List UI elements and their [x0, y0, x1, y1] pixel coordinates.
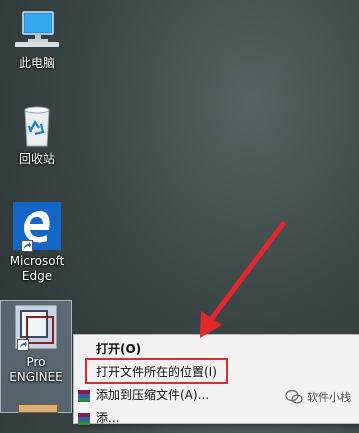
watermark-text: 软件小栈 — [307, 391, 351, 404]
annotation-arrow — [200, 221, 286, 338]
winrar-icon — [77, 411, 91, 425]
menu-item-label: 添... — [96, 411, 120, 425]
desktop: 此电脑 回收站 Microsoft Edge Pro ENGINEE 打开(O)… — [0, 0, 359, 425]
watermark: 软件小栈 — [285, 389, 351, 405]
wechat-icon — [285, 389, 303, 404]
